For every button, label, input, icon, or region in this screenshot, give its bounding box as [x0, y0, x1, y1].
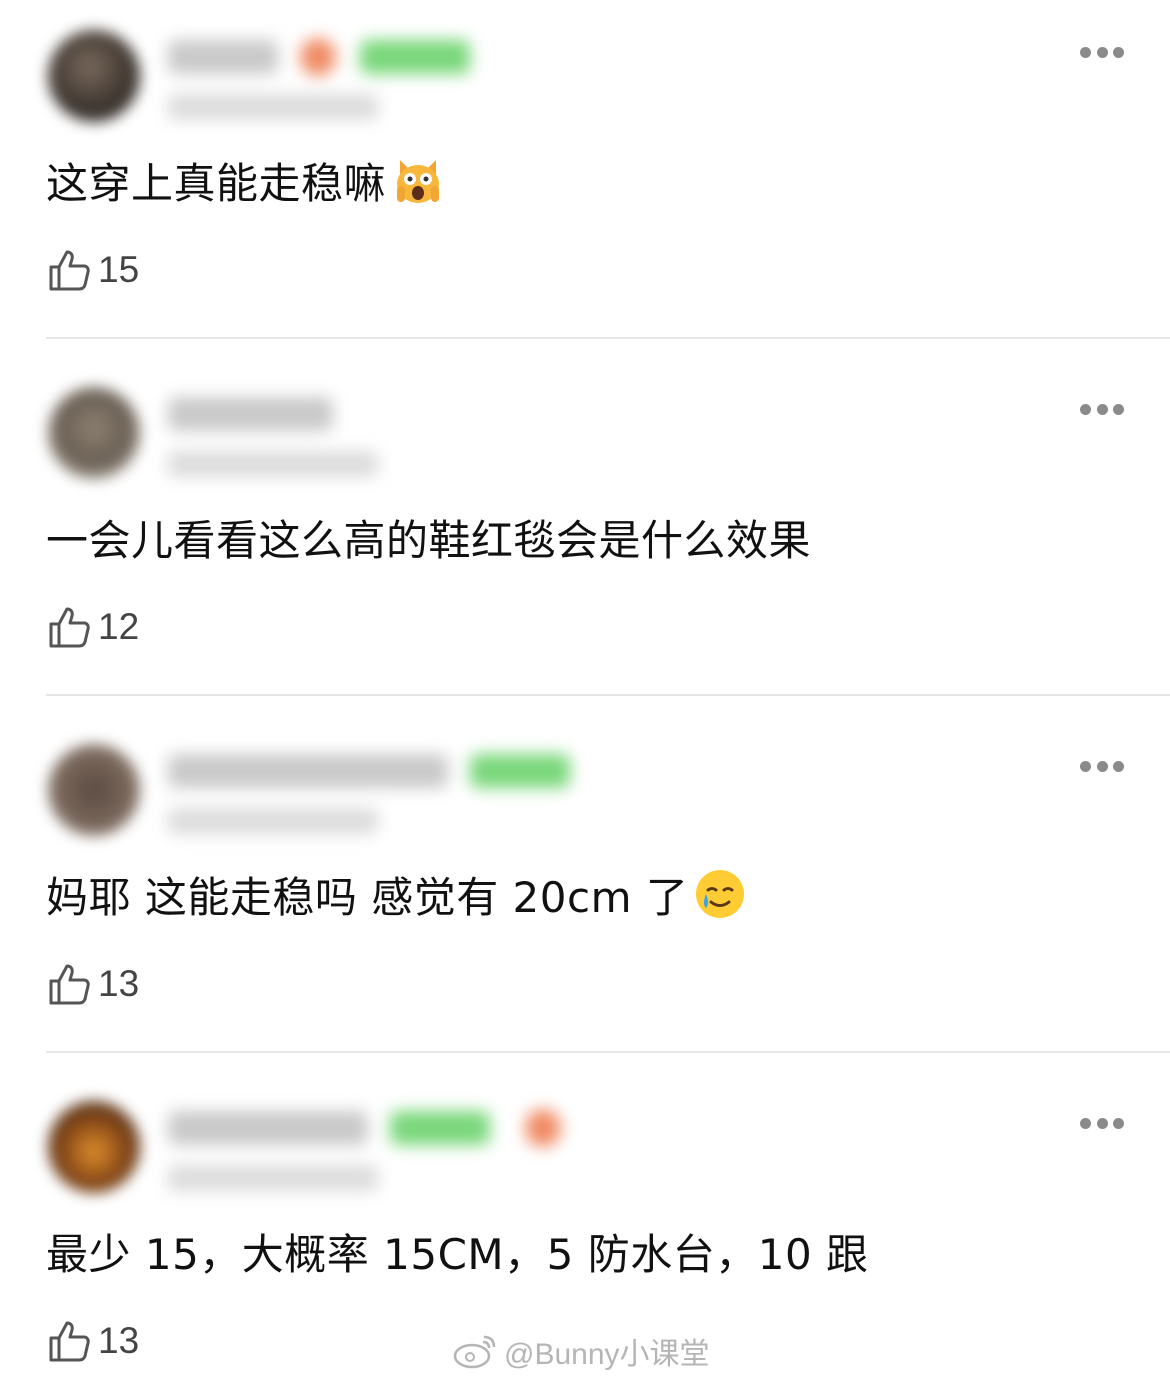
weibo-logo-icon	[453, 1335, 496, 1369]
more-dots-icon[interactable]	[1080, 754, 1124, 778]
watermark-text: @Bunny小课堂	[504, 1338, 710, 1371]
comment-text: 妈耶 这能走稳吗 感觉有 20cm 了	[46, 866, 746, 930]
comment-item: 这穿上真能走稳嘛 15	[0, 0, 1170, 357]
comment-text: 最少 15，大概率 15CM，5 防水台，10 跟	[46, 1230, 869, 1279]
blurred-user-meta	[160, 22, 580, 132]
avatar[interactable]	[48, 30, 140, 122]
like-count: 13	[98, 1320, 140, 1361]
blurred-user-meta	[160, 379, 580, 489]
like-button[interactable]: 12	[46, 601, 139, 653]
avatar[interactable]	[48, 744, 140, 836]
thumbs-up-icon	[49, 964, 90, 1005]
divider	[46, 1051, 1170, 1053]
like-count: 12	[98, 606, 140, 647]
comment-item: 妈耶 这能走稳吗 感觉有 20cm 了 13	[0, 714, 1170, 1071]
more-dots-icon[interactable]	[1080, 397, 1124, 421]
avatar[interactable]	[48, 1101, 140, 1193]
watermark: @Bunny小课堂	[452, 1328, 710, 1374]
blurred-user-meta	[160, 736, 580, 846]
like-count: 15	[98, 249, 140, 290]
like-count: 13	[98, 963, 140, 1004]
comment-text: 这穿上真能走稳嘛	[46, 152, 444, 216]
like-button[interactable]: 15	[46, 244, 139, 296]
thumbs-up-icon	[49, 250, 90, 291]
comment-text: 一会儿看看这么高的鞋红毯会是什么效果	[46, 516, 812, 565]
scream-cat-emoji	[397, 160, 440, 203]
thumbs-up-icon	[49, 1321, 90, 1362]
like-button[interactable]: 13	[46, 1315, 139, 1367]
crying-smile-emoji	[696, 870, 745, 918]
divider	[46, 694, 1170, 696]
more-dots-icon[interactable]	[1080, 1111, 1124, 1135]
more-dots-icon[interactable]	[1080, 40, 1124, 64]
comment-item: 一会儿看看这么高的鞋红毯会是什么效果 12	[0, 357, 1170, 714]
divider	[46, 337, 1170, 339]
thumbs-up-icon	[49, 607, 90, 648]
blurred-user-meta	[160, 1093, 580, 1203]
avatar[interactable]	[48, 387, 140, 479]
like-button[interactable]: 13	[46, 958, 139, 1010]
